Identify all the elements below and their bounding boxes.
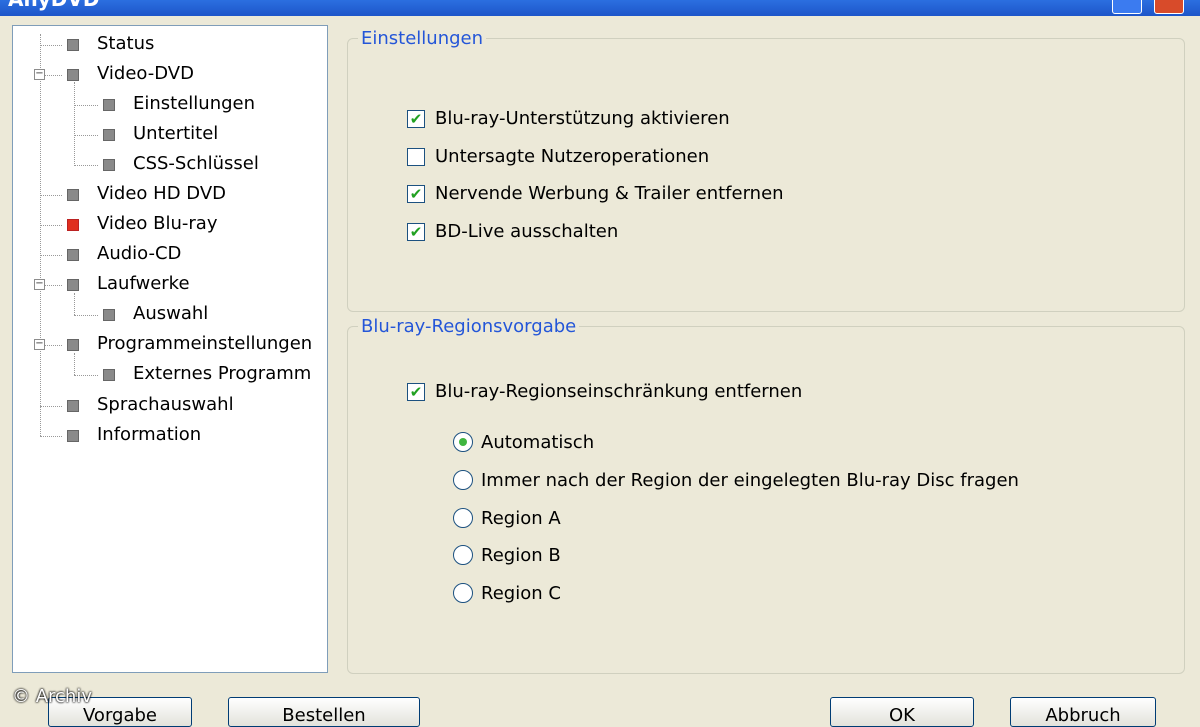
checkbox-box: ✔: [407, 223, 425, 241]
node-icon: [103, 129, 115, 141]
radio-label: Region C: [481, 583, 561, 604]
node-icon: [67, 430, 79, 442]
radio-dot: [459, 438, 467, 446]
tree-item-label: Untertitel: [133, 123, 219, 144]
node-icon: [67, 69, 79, 81]
cancel-button[interactable]: Abbruch: [1010, 697, 1156, 727]
ok-button[interactable]: OK: [830, 697, 974, 727]
tree-line: [40, 406, 62, 407]
checkbox-label: Untersagte Nutzeroperationen: [435, 146, 710, 167]
node-icon: [103, 369, 115, 381]
checkbox-box: ✔: [407, 383, 425, 401]
tree-line: [40, 255, 62, 256]
tree-line: [40, 34, 41, 436]
checkbox-label: Blu-ray-Unterstützung aktivieren: [435, 108, 730, 129]
radio-label: Region A: [481, 508, 561, 529]
tree-line: [74, 165, 98, 166]
tree-item-label: Einstellungen: [133, 93, 256, 114]
tree-item-label: Programmeinstellungen: [97, 333, 313, 354]
selected-node-icon: [67, 219, 79, 231]
tree-line: [74, 293, 75, 315]
radio-circle: [453, 508, 473, 528]
collapse-toggle-video-dvd[interactable]: −: [34, 69, 45, 80]
copyright-watermark: © Archiv: [12, 686, 92, 707]
radio-label: Immer nach der Region der eingelegten Bl…: [481, 470, 1019, 491]
radio-label: Automatisch: [481, 432, 595, 453]
collapse-toggle-programmeinstellungen[interactable]: −: [34, 339, 45, 350]
checkbox-box: [407, 148, 425, 166]
node-icon: [103, 309, 115, 321]
tree-line: [74, 135, 98, 136]
checkbox-label: Nervende Werbung & Trailer entfernen: [435, 183, 784, 204]
tree-item-label: Externes Programm: [133, 363, 312, 384]
tree-item-label: Status: [97, 33, 155, 54]
node-icon: [103, 99, 115, 111]
radio-label: Region B: [481, 545, 561, 566]
settings-group: [347, 38, 1185, 312]
radio-circle: [453, 583, 473, 603]
help-button[interactable]: [1112, 0, 1142, 14]
tree-line: [74, 353, 75, 375]
window-title: AnyDVD: [8, 0, 99, 11]
tree-line: [74, 315, 98, 316]
tree-item-label: Video Blu-ray: [97, 213, 218, 234]
close-button[interactable]: [1154, 0, 1184, 14]
checkbox-box: ✔: [407, 185, 425, 203]
tree-line: [40, 436, 62, 437]
node-icon: [103, 159, 115, 171]
checkbox-label: BD-Live ausschalten: [435, 221, 619, 242]
node-icon: [67, 39, 79, 51]
tree-line: [40, 195, 62, 196]
radio-circle: [453, 470, 473, 490]
tree-item-label: Auswahl: [133, 303, 209, 324]
checkbox-label: Blu-ray-Regionseinschränkung entfernen: [435, 381, 803, 402]
navigation-tree[interactable]: − − − Status Video-DVD Einstellungen Unt…: [12, 25, 328, 673]
radio-circle: [453, 432, 473, 452]
node-icon: [67, 400, 79, 412]
tree-item-label: Audio-CD: [97, 243, 182, 264]
title-bar: AnyDVD: [0, 0, 1200, 16]
radio-circle: [453, 545, 473, 565]
tree-item-label: CSS-Schlüssel: [133, 153, 259, 174]
tree-item-label: Video-DVD: [97, 63, 194, 84]
tree-item-label: Information: [97, 424, 202, 445]
checkbox-box: ✔: [407, 110, 425, 128]
tree-line: [74, 105, 98, 106]
tree-item-label: Sprachauswahl: [97, 394, 234, 415]
node-icon: [67, 189, 79, 201]
order-button[interactable]: Bestellen: [228, 697, 420, 727]
tree-line: [40, 45, 62, 46]
node-icon: [67, 339, 79, 351]
settings-group-title: Einstellungen: [358, 28, 487, 50]
region-group-title: Blu-ray-Regionsvorgabe: [358, 316, 580, 338]
tree-line: [74, 375, 98, 376]
node-icon: [67, 249, 79, 261]
collapse-toggle-laufwerke[interactable]: −: [34, 279, 45, 290]
tree-item-label: Video HD DVD: [97, 183, 226, 204]
tree-line: [40, 225, 62, 226]
tree-line: [74, 82, 75, 164]
tree-item-label: Laufwerke: [97, 273, 190, 294]
node-icon: [67, 279, 79, 291]
